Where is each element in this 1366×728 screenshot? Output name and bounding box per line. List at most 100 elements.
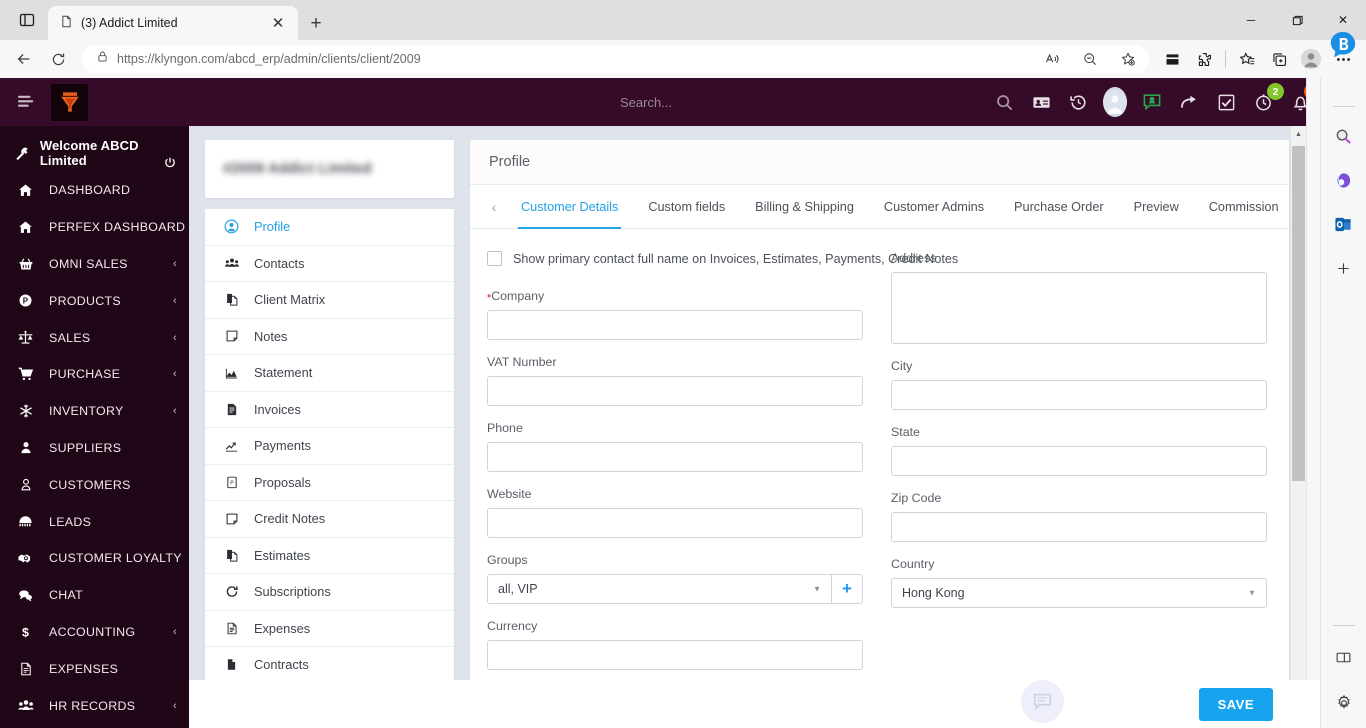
show-primary-contact-checkbox[interactable] — [487, 251, 502, 266]
sidebar-item-hr-payroll[interactable]: HR PAYROLL‹ — [0, 724, 189, 728]
tab-customer-details[interactable]: Customer Details — [506, 185, 633, 229]
tab-close-icon[interactable]: ✕ — [266, 11, 290, 35]
sidebar-item-dashboard[interactable]: DASHBOARD — [0, 172, 189, 209]
history-icon[interactable] — [1066, 90, 1090, 114]
split-screen-icon[interactable] — [1329, 642, 1359, 672]
groups-select[interactable] — [487, 574, 832, 604]
scrollbar-thumb[interactable] — [1292, 146, 1305, 481]
sidebar-item-products[interactable]: P PRODUCTS ‹ — [0, 282, 189, 319]
add-groups-button[interactable]: + — [832, 574, 863, 604]
sidebar-item-expenses[interactable]: EXPENSES — [0, 650, 189, 687]
form-left-column: Show primary contact full name on Invoic… — [487, 251, 958, 728]
add-sidebar-icon[interactable] — [1329, 253, 1359, 283]
tabs-list: Customer Details Custom fields Billing & S… — [506, 185, 1289, 229]
company-input[interactable] — [487, 310, 863, 340]
profile-icon[interactable] — [1296, 45, 1326, 73]
sidebar-item-customers[interactable]: CUSTOMERS — [0, 466, 189, 503]
sidebar-item-suppliers[interactable]: SUPPLIERS — [0, 430, 189, 467]
maximize-button[interactable] — [1274, 0, 1320, 40]
timer-icon[interactable]: 2 — [1251, 83, 1284, 114]
client-menu-item-estimates[interactable]: Estimates — [205, 538, 454, 574]
phone-input[interactable] — [487, 442, 863, 472]
search-icon[interactable] — [992, 90, 1016, 114]
header-search[interactable]: Search... — [620, 78, 672, 126]
back-icon[interactable] — [8, 44, 40, 74]
sidebar-item-customer-loyalty[interactable]: CUSTOMER LOYALTY‹ — [0, 540, 189, 577]
client-menu-item-client-matrix[interactable]: Client Matrix — [205, 282, 454, 319]
sidebar-item-chat[interactable]: CHAT — [0, 577, 189, 614]
tab-preview[interactable]: Preview — [1119, 185, 1194, 228]
website-input[interactable] — [487, 508, 863, 538]
save-button[interactable]: SAVE — [1198, 687, 1273, 721]
refresh-icon[interactable] — [42, 44, 74, 74]
client-menu-item-contracts[interactable]: Contracts — [205, 647, 454, 684]
collections-icon[interactable] — [1264, 45, 1294, 73]
tab-purchase-order[interactable]: Purchase Order — [999, 185, 1119, 228]
chat-icon[interactable] — [1140, 90, 1164, 114]
company-logo[interactable] — [51, 83, 88, 121]
read-aloud-icon[interactable] — [1037, 45, 1067, 73]
sidebar-item-leads[interactable]: LEADS — [0, 503, 189, 540]
currency-input[interactable] — [487, 640, 863, 670]
tab-actions-icon[interactable] — [6, 3, 48, 37]
client-menu-item-invoices[interactable]: Invoices — [205, 392, 454, 428]
client-menu-item-subscriptions[interactable]: Subscriptions — [205, 574, 454, 611]
settings-gear-icon[interactable] — [1329, 688, 1359, 718]
client-menu-item-notes[interactable]: Notes — [205, 319, 454, 355]
statement-icon — [223, 366, 240, 380]
contact-card-icon[interactable] — [1029, 90, 1053, 114]
city-input[interactable] — [891, 380, 1267, 410]
share-icon[interactable] — [1177, 90, 1201, 114]
client-menu-item-profile[interactable]: Profile — [205, 209, 454, 246]
bottom-action-bar: SAVE — [189, 680, 1320, 728]
scroll-up-arrow[interactable]: ▲ — [1291, 126, 1306, 142]
sidebar-item-perfex-dashboard[interactable]: PERFEX DASHBOARD‹ — [0, 209, 189, 246]
search-icon[interactable] — [1329, 121, 1359, 151]
tabs-prev-arrow[interactable]: ‹ — [482, 185, 506, 228]
tab-customer-admins[interactable]: Customer Admins — [869, 185, 999, 228]
client-menu-item-statement[interactable]: Statement — [205, 355, 454, 392]
extensions-icon[interactable] — [1189, 45, 1219, 73]
client-menu-item-expenses[interactable]: Expenses — [205, 611, 454, 647]
tab-custom-fields[interactable]: Custom fields — [633, 185, 740, 228]
url-bar[interactable]: https://klyngon.com/abcd_erp/admin/clien… — [82, 45, 1149, 73]
favorites-icon[interactable] — [1232, 45, 1262, 73]
client-menu-item-proposals[interactable]: P Proposals — [205, 465, 454, 501]
sidebar-item-inventory[interactable]: INVENTORY ‹ — [0, 393, 189, 430]
sidebar-item-sales[interactable]: SALES ‹ — [0, 319, 189, 356]
page-scrollbar[interactable] — [1306, 78, 1320, 728]
sidebar-item-hr-records[interactable]: HR RECORDS ‹ — [0, 687, 189, 724]
tab-commission[interactable]: Commission — [1194, 185, 1289, 228]
sidebar-item-omni-sales[interactable]: OMNI SALES ‹ — [0, 246, 189, 283]
timer-badge: 2 — [1267, 83, 1284, 100]
zoom-out-icon[interactable] — [1075, 45, 1105, 73]
chat-widget-icon[interactable] — [1021, 680, 1064, 723]
todo-icon[interactable] — [1214, 90, 1238, 114]
state-input[interactable] — [891, 446, 1267, 476]
microsoft365-icon[interactable] — [1329, 165, 1359, 195]
tab-billing-shipping[interactable]: Billing & Shipping — [740, 185, 869, 228]
country-select[interactable] — [891, 578, 1267, 608]
add-favorite-icon[interactable] — [1113, 45, 1143, 73]
show-primary-contact-row[interactable]: Show primary contact full name on Invoic… — [487, 251, 958, 266]
address-textarea[interactable] — [891, 272, 1267, 344]
sidebar-item-accounting[interactable]: $ ACCOUNTING ‹ — [0, 614, 189, 651]
zip-code-input[interactable] — [891, 512, 1267, 542]
content-scrollbar[interactable]: ▲ — [1291, 126, 1306, 680]
browser-tab[interactable]: (3) Addict Limited ✕ — [48, 6, 298, 40]
avatar[interactable] — [1103, 87, 1127, 117]
contracts-icon — [223, 657, 240, 672]
hamburger-icon[interactable] — [8, 82, 44, 122]
client-menu-item-contacts[interactable]: Contacts — [205, 246, 454, 282]
wallet-icon[interactable] — [1157, 45, 1187, 73]
new-tab-button[interactable]: + — [304, 12, 328, 36]
outlook-icon[interactable] — [1329, 209, 1359, 239]
sidebar-item-purchase[interactable]: PURCHASE ‹ — [0, 356, 189, 393]
copilot-icon[interactable] — [1328, 30, 1358, 60]
client-menu-item-payments[interactable]: Payments — [205, 428, 454, 465]
minimize-button[interactable]: ─ — [1228, 0, 1274, 40]
client-menu-item-credit-notes[interactable]: Credit Notes — [205, 501, 454, 538]
power-icon[interactable] — [163, 156, 177, 173]
required-marker: • — [487, 289, 492, 303]
vat-number-input[interactable] — [487, 376, 863, 406]
